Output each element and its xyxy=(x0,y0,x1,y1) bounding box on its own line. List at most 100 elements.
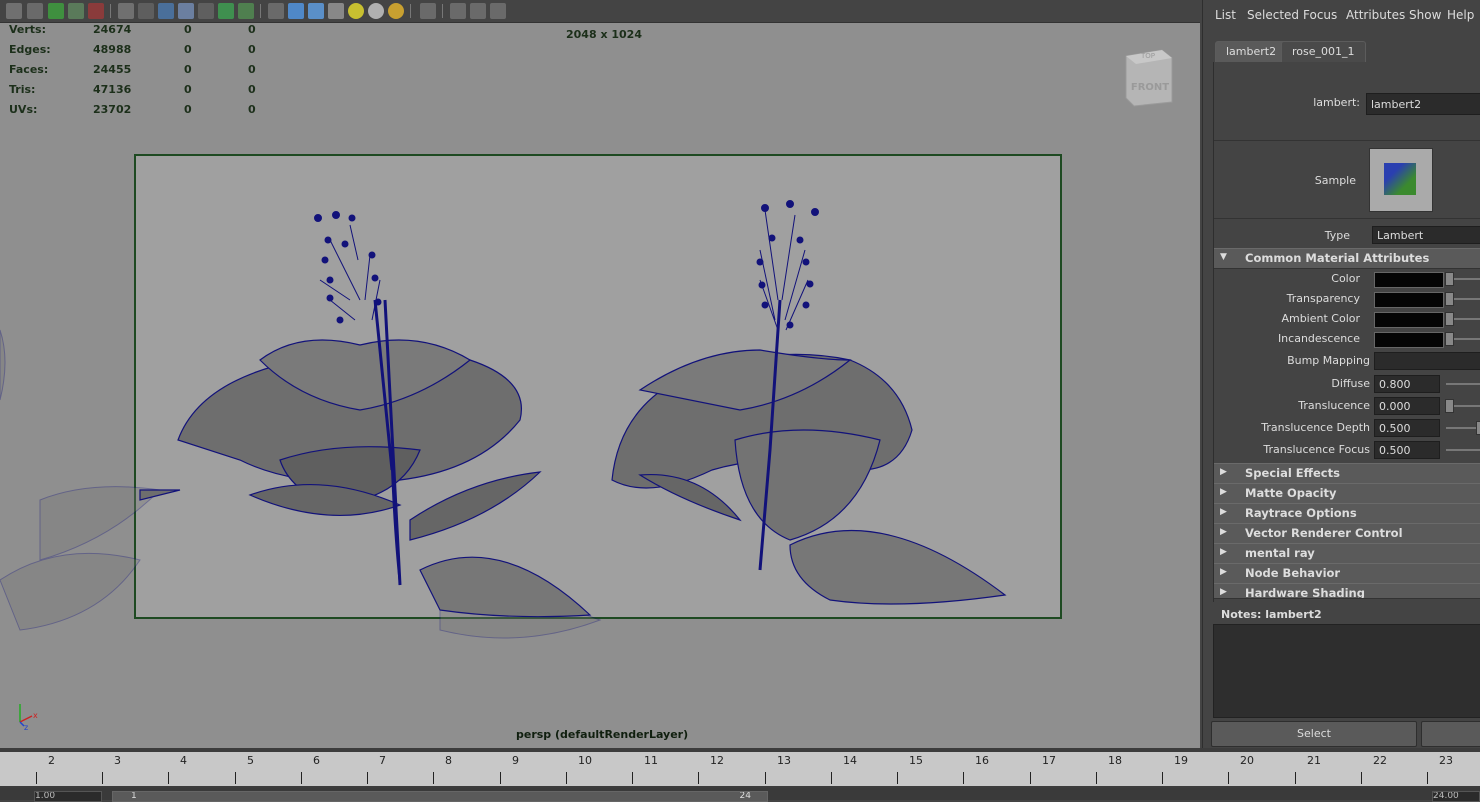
sample-swatch[interactable] xyxy=(1369,148,1433,212)
slider-handle[interactable] xyxy=(1445,399,1454,413)
select-camera-icon[interactable] xyxy=(420,3,436,19)
color-swatch[interactable] xyxy=(1374,272,1444,288)
ambient-color-swatch[interactable] xyxy=(1374,312,1444,328)
film-gate-icon[interactable] xyxy=(118,3,134,19)
select-button[interactable]: Select xyxy=(1211,721,1417,747)
isolate-icon[interactable] xyxy=(450,3,466,19)
frame-label: 9 xyxy=(512,754,519,767)
frame-label: 19 xyxy=(1174,754,1188,767)
viewcube[interactable]: TOP FRONT xyxy=(1122,46,1174,108)
frame-label: 23 xyxy=(1439,754,1453,767)
attr-label: Translucence xyxy=(1298,399,1370,412)
motion-blur-icon[interactable] xyxy=(368,3,384,19)
collapsed-arrow-icon: ▶ xyxy=(1220,467,1227,477)
ambient-occlusion-icon[interactable] xyxy=(348,3,364,19)
frame-all-icon[interactable] xyxy=(470,3,486,19)
flower-wireframes[interactable] xyxy=(0,0,1200,748)
frame-label: 3 xyxy=(114,754,121,767)
translucence-field[interactable]: 0.000 xyxy=(1374,397,1440,415)
tab-rose-001-1[interactable]: rose_001_1 xyxy=(1281,41,1366,62)
notes-textarea[interactable] xyxy=(1213,624,1480,718)
slider-handle[interactable] xyxy=(1445,312,1454,326)
slider-track xyxy=(1446,427,1480,429)
bump-mapping-field[interactable] xyxy=(1374,352,1480,370)
frame-label: 20 xyxy=(1240,754,1254,767)
type-dropdown[interactable]: Lambert xyxy=(1372,226,1480,244)
frame-label: 12 xyxy=(710,754,724,767)
slider-handle[interactable] xyxy=(1476,421,1480,435)
slider-track xyxy=(1446,449,1480,451)
section-special-effects[interactable]: ▶ Special Effects xyxy=(1214,463,1480,484)
slider-handle[interactable] xyxy=(1445,292,1454,306)
wireframe-icon[interactable] xyxy=(178,3,194,19)
menu-selected[interactable]: Selected xyxy=(1247,8,1299,22)
frame-label: 7 xyxy=(379,754,386,767)
slider-handle[interactable] xyxy=(1445,332,1454,346)
section-node-behavior[interactable]: ▶ Node Behavior xyxy=(1214,563,1480,584)
default-material-icon[interactable] xyxy=(268,3,284,19)
section-raytrace-options[interactable]: ▶ Raytrace Options xyxy=(1214,503,1480,524)
diffuse-field[interactable]: 0.800 xyxy=(1374,375,1440,393)
attributes-icon[interactable] xyxy=(27,3,43,19)
incandescence-swatch[interactable] xyxy=(1374,332,1444,348)
node-name-field[interactable]: lambert2 xyxy=(1366,93,1480,115)
time-slider-track[interactable]: 2 3 4 5 6 7 8 9 10 11 12 13 14 15 16 17 … xyxy=(0,752,1480,786)
menu-show[interactable]: Show xyxy=(1409,8,1441,22)
node-tabs: lambert2 rose_001_1 xyxy=(1213,38,1480,63)
translucence-focus-field[interactable]: 0.500 xyxy=(1374,441,1440,459)
translucence-depth-field[interactable]: 0.500 xyxy=(1374,419,1440,437)
xray-icon[interactable] xyxy=(238,3,254,19)
resolution-gate-icon[interactable] xyxy=(138,3,154,19)
range-start-field[interactable]: 1.00 xyxy=(34,791,102,802)
section-common-material-attributes[interactable]: ▼ Common Material Attributes xyxy=(1214,248,1480,269)
time-slider[interactable]: 2 3 4 5 6 7 8 9 10 11 12 13 14 15 16 17 … xyxy=(0,748,1480,802)
shadows-icon[interactable] xyxy=(328,3,344,19)
camera-icon[interactable] xyxy=(6,3,22,19)
viewport-toolbar xyxy=(0,0,1200,23)
wireframe-on-shaded-icon[interactable] xyxy=(218,3,234,19)
range-slider[interactable]: 1 24 xyxy=(112,791,768,802)
menu-attributes[interactable]: Attributes xyxy=(1346,8,1405,22)
collapsed-arrow-icon: ▶ xyxy=(1220,587,1227,597)
range-end-field[interactable]: 24.00 xyxy=(1432,791,1480,802)
anti-aliasing-icon[interactable] xyxy=(388,3,404,19)
separator xyxy=(410,4,411,18)
frame-label: 8 xyxy=(445,754,452,767)
menu-help[interactable]: Help xyxy=(1447,8,1474,22)
collapsed-arrow-icon: ▶ xyxy=(1220,527,1227,537)
safe-area-icon[interactable] xyxy=(158,3,174,19)
range-slider-bar: 1.00 1 24 24.00 xyxy=(0,788,1480,802)
viewcube-front-label: FRONT xyxy=(1131,82,1169,93)
frame-label: 4 xyxy=(180,754,187,767)
frame-label: 21 xyxy=(1307,754,1321,767)
type-label: Type xyxy=(1324,229,1350,242)
section-matte-opacity[interactable]: ▶ Matte Opacity xyxy=(1214,483,1480,504)
share-icon[interactable] xyxy=(490,3,506,19)
image-plane-icon[interactable] xyxy=(68,3,84,19)
frame-label: 6 xyxy=(313,754,320,767)
attr-label: Transparency xyxy=(1286,292,1360,305)
frame-label: 17 xyxy=(1042,754,1056,767)
slider-handle[interactable] xyxy=(1445,272,1454,286)
bookmark-icon[interactable] xyxy=(48,3,64,19)
ae-menu-bar: List Selected Focus Attributes Show Help xyxy=(1203,0,1480,28)
attr-label: Color xyxy=(1331,272,1360,285)
menu-focus[interactable]: Focus xyxy=(1303,8,1337,22)
tab-lambert2[interactable]: lambert2 xyxy=(1215,41,1288,62)
viewport[interactable]: Verts: 24674 0 0 Edges: 48988 0 0 Faces: 24455 0… xyxy=(0,0,1200,748)
frame-label: 15 xyxy=(909,754,923,767)
axis-gizmo: x z xyxy=(19,704,38,730)
load-attributes-button[interactable] xyxy=(1421,721,1480,747)
section-vector-renderer-control[interactable]: ▶ Vector Renderer Control xyxy=(1214,523,1480,544)
smooth-shade-icon[interactable] xyxy=(198,3,214,19)
grid-icon[interactable] xyxy=(88,3,104,19)
section-hardware-shading[interactable]: ▶ Hardware Shading xyxy=(1214,583,1480,599)
menu-list[interactable]: List xyxy=(1215,8,1236,22)
collapsed-arrow-icon: ▶ xyxy=(1220,567,1227,577)
section-mental-ray[interactable]: ▶ mental ray xyxy=(1214,543,1480,564)
frame-label: 14 xyxy=(843,754,857,767)
separator xyxy=(442,4,443,18)
textured-icon[interactable] xyxy=(288,3,304,19)
transparency-swatch[interactable] xyxy=(1374,292,1444,308)
lights-icon[interactable] xyxy=(308,3,324,19)
